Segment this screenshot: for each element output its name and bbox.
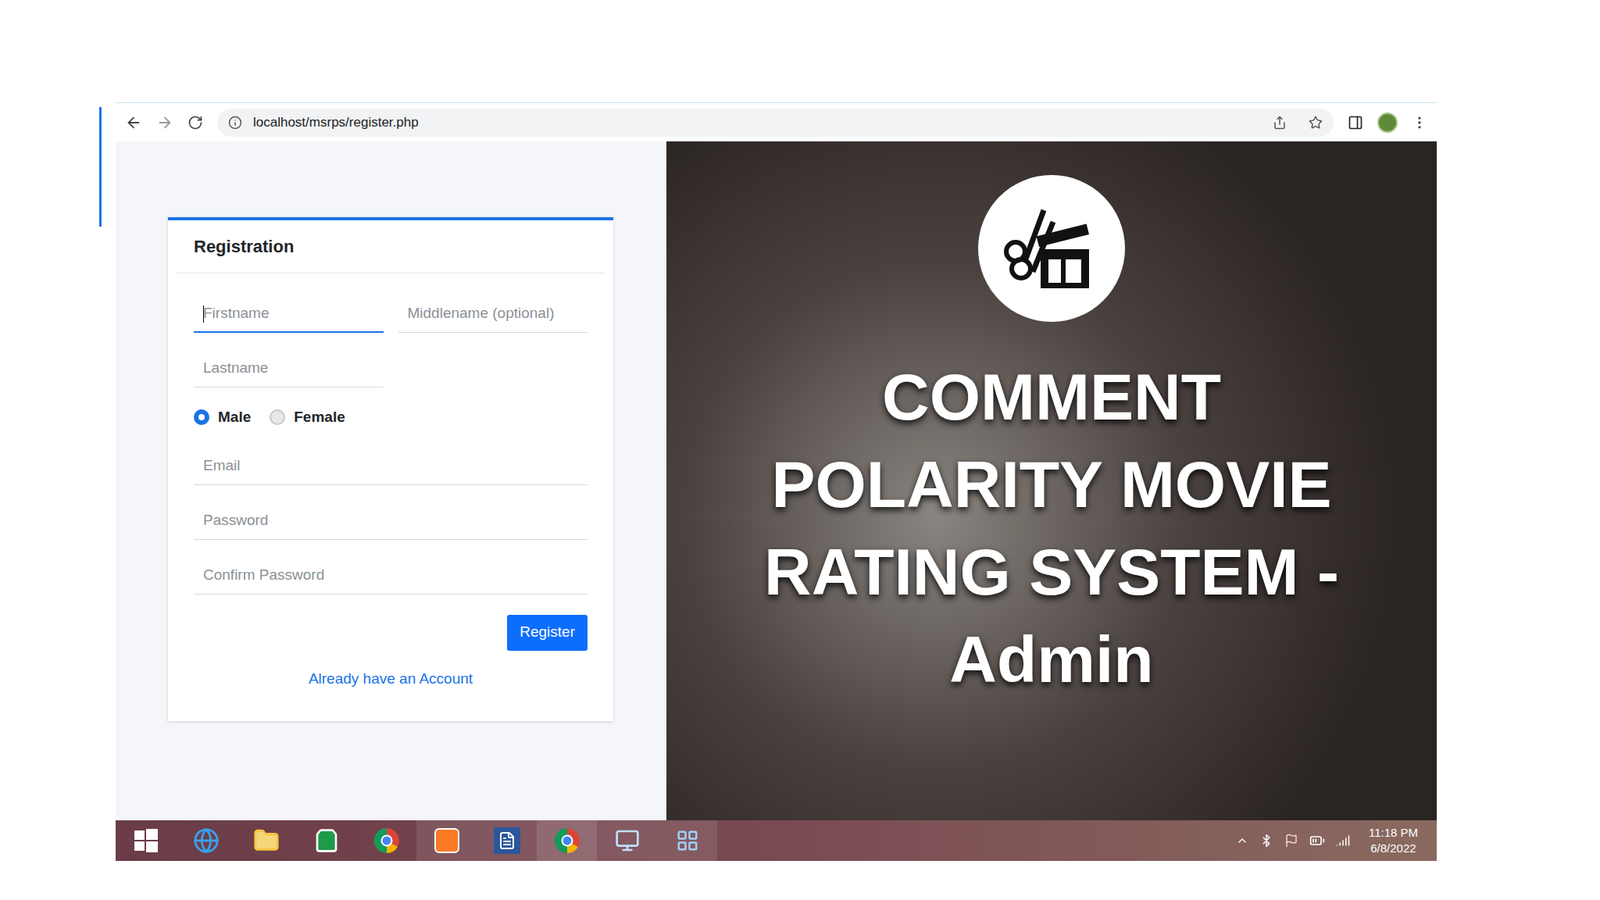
word-icon[interactable] (493, 827, 521, 854)
store-icon[interactable] (314, 828, 340, 854)
file-explorer-icon[interactable] (253, 827, 280, 854)
clapperboard-logo-icon (978, 175, 1125, 322)
back-icon[interactable] (125, 114, 143, 132)
form-panel: Registration Male Female Register Already ha… (115, 141, 667, 821)
chrome-icon[interactable] (553, 827, 581, 854)
address-bar[interactable]: localhost/msrps/register.php (217, 108, 1334, 137)
forward-icon[interactable] (156, 114, 174, 132)
share-icon[interactable] (1272, 115, 1287, 130)
reload-icon[interactable] (187, 114, 204, 131)
desktop-page: localhost/msrps/register.php Registration… (0, 0, 1600, 900)
browser-toolbar: localhost/msrps/register.php (115, 103, 1437, 142)
text-caret (203, 305, 204, 323)
display-icon[interactable] (614, 828, 640, 854)
profile-icon[interactable] (1377, 112, 1398, 133)
radio-circle[interactable] (193, 409, 210, 425)
text-field[interactable] (193, 557, 588, 595)
xampp-icon[interactable] (434, 828, 460, 854)
bookmark-icon[interactable] (1308, 115, 1323, 130)
tray-expand-icon[interactable] (1235, 834, 1249, 847)
page-content: Registration Male Female Register Already ha… (115, 141, 1437, 821)
side-panel-icon[interactable] (1347, 114, 1364, 131)
taskbar: 11:18 PM6/8/2022 (115, 820, 1437, 861)
site-info-icon[interactable] (228, 115, 243, 130)
gender-radio[interactable]: Female (269, 406, 345, 429)
signal-icon[interactable] (1335, 833, 1350, 848)
windows-logo-icon[interactable] (134, 828, 158, 853)
browser-window: localhost/msrps/register.php Registration… (115, 102, 1437, 861)
action-center-icon[interactable] (1284, 833, 1299, 848)
control-panel-icon[interactable] (675, 828, 700, 853)
system-tray: 11:18 PM6/8/2022 (1235, 825, 1437, 857)
url-text[interactable]: localhost/msrps/register.php (253, 112, 1262, 133)
clock[interactable]: 11:18 PM6/8/2022 (1368, 825, 1418, 857)
text-field[interactable] (193, 350, 384, 388)
text-field[interactable] (398, 295, 589, 333)
chrome-icon[interactable] (373, 827, 400, 854)
start-button[interactable] (115, 820, 176, 861)
card-title: Registration (193, 233, 588, 260)
text-field[interactable] (193, 502, 588, 540)
radio-circle[interactable] (269, 409, 286, 425)
text-field[interactable] (193, 447, 588, 486)
bluetooth-icon[interactable] (1259, 833, 1274, 848)
gender-radio[interactable]: Male (193, 406, 251, 429)
internet-explorer-icon[interactable] (192, 827, 220, 854)
menu-icon[interactable] (1411, 114, 1428, 131)
login-link[interactable]: Already have an Account (308, 667, 473, 691)
registration-card: Registration Male Female Register Already ha… (167, 217, 614, 722)
banner-panel: COMMENTPOLARITY MOVIERATING SYSTEM -Admi… (666, 141, 1437, 821)
text-field[interactable] (193, 295, 384, 333)
banner-title: COMMENTPOLARITY MOVIERATING SYSTEM -Admi… (764, 353, 1340, 704)
accent-line (99, 107, 102, 227)
battery-icon[interactable] (1309, 832, 1325, 849)
register-button[interactable]: Register (507, 614, 588, 651)
gender-group: Male Female (193, 404, 588, 431)
